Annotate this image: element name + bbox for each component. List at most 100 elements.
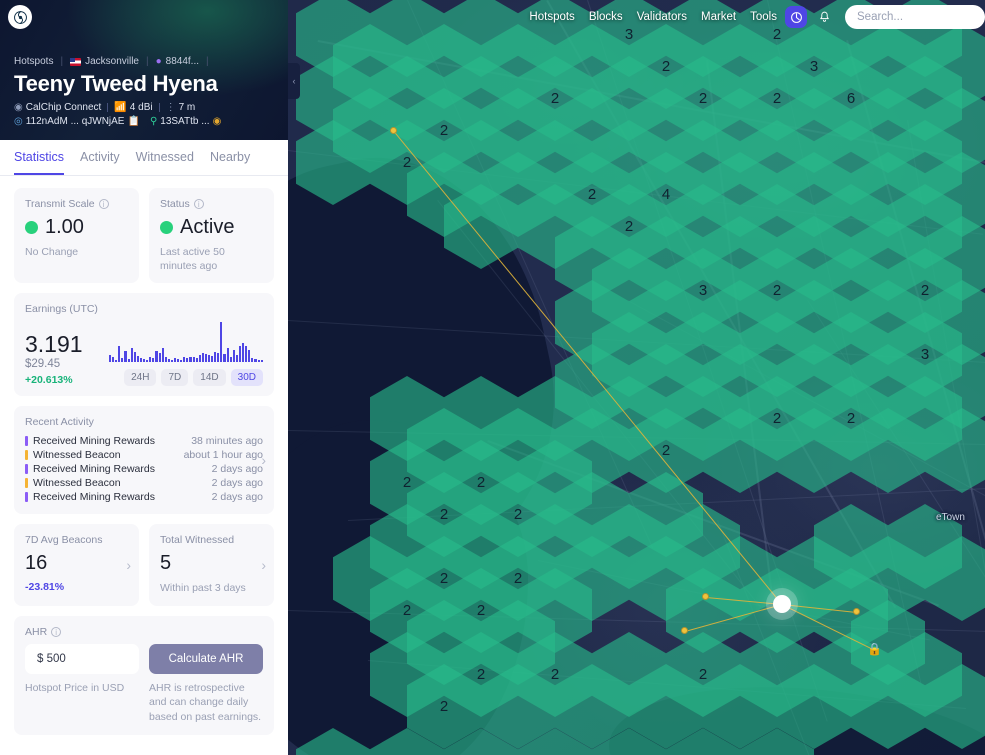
ahr-card: AHR i $ 500 Hotspot Price in USD Calcula…: [14, 615, 274, 735]
hotspot-price-value: $ 500: [37, 652, 66, 665]
earnings-chart-area: 24H 7D 14D 30D: [109, 321, 263, 387]
avg-beacons-card[interactable]: 7D Avg Beacons 16 -23.81% ›: [14, 524, 139, 606]
avg-beacons-label: 7D Avg Beacons: [25, 534, 103, 547]
recent-activity-label: Recent Activity: [25, 416, 94, 429]
status-badge: Active: [180, 216, 235, 238]
earnings-bar: [121, 358, 124, 363]
breadcrumb: Hotspots | Jacksonville | ● 8844f... |: [14, 56, 274, 67]
helium-logo-button[interactable]: [8, 5, 32, 29]
activity-row: Received Mining Rewards 38 minutes ago: [25, 434, 263, 448]
antenna-icon: 📶: [114, 101, 127, 113]
earnings-range-selector[interactable]: 24H 7D 14D 30D: [109, 369, 263, 387]
sidebar-content: Transmit Scale i 1.00 No Change Status i: [0, 176, 288, 747]
activity-row: Received Mining Rewards 2 days ago: [25, 462, 263, 476]
activity-row: Received Mining Rewards 2 days ago: [25, 490, 263, 504]
info-icon[interactable]: i: [51, 626, 62, 637]
avg-beacons-value: 16: [25, 552, 48, 575]
breadcrumb-hex-label: 8844f...: [165, 56, 200, 67]
status-dot-icon: [160, 221, 173, 234]
hotspot-meta-row-2: ◎ 112nAdM ... qJWNjAE 📋 ⚲ 13SATtb ... ◉: [14, 116, 274, 127]
hotspot-icon: ◎: [14, 115, 23, 127]
total-witnessed-card[interactable]: Total Witnessed 5 Within past 3 days ›: [149, 524, 274, 606]
notifications-button[interactable]: [813, 6, 835, 28]
earnings-bar: [177, 359, 180, 363]
avg-beacons-label-row: 7D Avg Beacons: [25, 534, 128, 546]
earnings-bar: [220, 322, 223, 363]
copy-icon[interactable]: 📋: [127, 116, 139, 127]
earnings-bar: [173, 358, 177, 363]
nav-link-blocks[interactable]: Blocks: [589, 11, 623, 23]
earnings-bar: [139, 357, 143, 363]
earnings-bar: [195, 358, 198, 363]
helium-logo-icon: [13, 10, 27, 24]
mining-reward-icon: [25, 436, 28, 447]
activity-time: about 1 hour ago: [183, 449, 263, 462]
earnings-bar: [198, 354, 201, 363]
recent-activity-card[interactable]: Recent Activity Received Mining Rewards 3…: [14, 406, 274, 515]
earnings-bar: [170, 359, 173, 363]
hotspot-address[interactable]: ◎ 112nAdM ... qJWNjAE 📋: [14, 116, 140, 127]
transmit-scale-value: 1.00: [45, 216, 84, 238]
global-search[interactable]: [845, 5, 985, 29]
map-canvas[interactable]: 22223224222363222222222322222222 🔒 eTown: [288, 0, 985, 755]
summary-cards-row: Transmit Scale i 1.00 No Change Status i: [14, 188, 274, 284]
status-card: Status i Active Last active 50 minutes a…: [149, 188, 274, 284]
range-14d[interactable]: 14D: [193, 369, 226, 387]
breadcrumb-hex[interactable]: ● 8844f...: [156, 56, 199, 67]
chevron-right-icon[interactable]: ›: [126, 557, 131, 573]
hotspot-owner[interactable]: ⚲ 13SATtb ... ◉: [150, 116, 221, 127]
total-witnessed-note: Within past 3 days: [160, 582, 246, 595]
page-title: Teeny Tweed Hyena: [14, 71, 218, 96]
earnings-bar: [133, 352, 136, 363]
earnings-bar: [146, 359, 149, 363]
total-witnessed-label-row: Total Witnessed: [160, 534, 263, 546]
ruler-icon: ⋮: [165, 101, 176, 113]
range-30d[interactable]: 30D: [230, 369, 263, 387]
nav-links[interactable]: Hotspots Blocks Validators Market Tools: [529, 11, 777, 23]
detail-tabs[interactable]: Statistics Activity Witnessed Nearby: [0, 140, 288, 176]
nav-link-validators[interactable]: Validators: [637, 11, 687, 23]
sidebar-collapse-toggle[interactable]: ‹: [288, 63, 300, 99]
avg-beacons-change: -23.81%: [25, 581, 65, 594]
earnings-bar: [257, 359, 260, 363]
calculate-ahr-button[interactable]: Calculate AHR: [149, 643, 263, 674]
nav-link-hotspots[interactable]: Hotspots: [529, 11, 574, 23]
meta-divider-2: [158, 103, 160, 112]
breadcrumb-hotspots[interactable]: Hotspots: [14, 56, 53, 67]
nav-link-market[interactable]: Market: [701, 11, 736, 23]
tab-statistics[interactable]: Statistics: [14, 150, 65, 175]
tab-witnessed[interactable]: Witnessed: [136, 150, 194, 175]
earnings-bar: [180, 359, 183, 363]
info-icon[interactable]: i: [98, 199, 109, 209]
earnings-bar: [242, 343, 245, 363]
earnings-bar: [127, 359, 130, 363]
activity-time: 2 days ago: [211, 477, 263, 490]
tab-activity[interactable]: Activity: [80, 150, 120, 175]
nav-link-tools[interactable]: Tools: [750, 11, 777, 23]
earnings-bar: [245, 346, 248, 363]
beacon-icon: [25, 478, 28, 489]
earnings-bar: [167, 359, 170, 363]
hotspot-elevation-label: 7 m: [178, 102, 196, 113]
ahr-price-col: $ 500 Hotspot Price in USD: [25, 643, 139, 696]
search-input[interactable]: [857, 11, 973, 23]
breadcrumb-hotspots-label: Hotspots: [14, 56, 54, 67]
ahr-action-col: Calculate AHR AHR is retrospective and c…: [149, 643, 263, 725]
range-7d[interactable]: 7D: [161, 369, 189, 387]
earnings-bar: [201, 353, 204, 363]
chevron-right-icon[interactable]: ›: [261, 557, 266, 573]
hotspot-meta-row-1: ◉ CalChip Connect 📶 4 dBi ⋮ 7 m: [14, 102, 274, 113]
chevron-right-icon[interactable]: ›: [261, 452, 266, 468]
earnings-bar: [152, 358, 155, 363]
earnings-bar: [229, 357, 232, 363]
info-icon[interactable]: i: [193, 199, 204, 209]
mining-reward-icon: [25, 492, 28, 503]
helium-app-icon-button[interactable]: [785, 6, 807, 28]
earnings-bar: [130, 348, 133, 363]
hotspot-price-input[interactable]: $ 500: [25, 643, 139, 674]
breadcrumb-city[interactable]: Jacksonville: [70, 56, 139, 67]
range-24h[interactable]: 24H: [124, 369, 157, 387]
tab-nearby[interactable]: Nearby: [210, 150, 250, 175]
helium-app-icon: [790, 11, 802, 23]
earnings-sparkline-chart[interactable]: [109, 321, 263, 363]
